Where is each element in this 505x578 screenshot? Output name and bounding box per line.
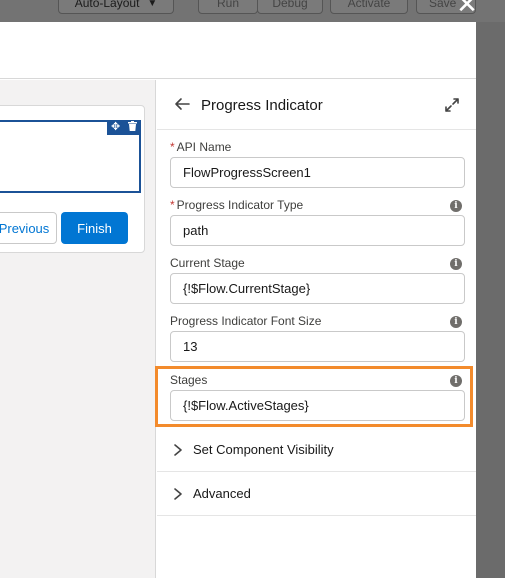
section-set-component-visibility[interactable]: Set Component Visibility [157, 428, 476, 472]
component-actions: ✥ [107, 120, 141, 135]
debug-label: Debug [272, 0, 308, 10]
current-stage-label: Current Stage [170, 256, 245, 270]
section-advanced[interactable]: Advanced [157, 472, 476, 516]
screen-footer: Previous Finish [0, 209, 146, 247]
activate-button[interactable]: Activate [330, 0, 408, 14]
info-icon[interactable]: i [450, 375, 462, 387]
api-name-label: * API Name [170, 140, 232, 154]
finish-button[interactable]: Finish [61, 212, 128, 244]
properties-panel: Progress Indicator * API Name FlowProgres… [155, 80, 476, 578]
auto-layout-label: Auto-Layout [74, 0, 140, 10]
font-size-input[interactable]: 13 [170, 331, 465, 362]
move-icon[interactable]: ✥ [111, 122, 120, 133]
close-icon[interactable]: ✕ [452, 0, 482, 18]
info-icon[interactable]: i [450, 258, 462, 270]
required-marker: * [170, 198, 175, 212]
font-size-label: Progress Indicator Font Size [170, 314, 322, 328]
chevron-right-icon [174, 488, 182, 500]
previous-button[interactable]: Previous [0, 212, 57, 244]
current-stage-input[interactable]: {!$Flow.CurrentStage} [170, 273, 465, 304]
section-label: Set Component Visibility [193, 442, 334, 457]
back-arrow-icon[interactable] [173, 95, 191, 113]
screen-editor-modal: ✥ Previous Finish Progress Indicator * A… [0, 22, 476, 578]
auto-layout-dropdown[interactable]: Auto-Layout ▼ [58, 0, 174, 14]
modal-header [0, 22, 476, 79]
expand-icon[interactable] [444, 97, 460, 113]
screen-canvas: ✥ Previous Finish [0, 80, 156, 578]
required-marker: * [170, 140, 175, 154]
finish-label: Finish [77, 220, 112, 236]
info-icon[interactable]: i [450, 316, 462, 328]
run-button[interactable]: Run [198, 0, 258, 14]
api-name-input[interactable]: FlowProgressScreen1 [170, 157, 465, 188]
info-icon[interactable]: i [450, 200, 462, 212]
section-label: Advanced [193, 486, 251, 501]
stages-label: Stages [170, 373, 208, 387]
panel-header: Progress Indicator [157, 80, 476, 130]
debug-button[interactable]: Debug [257, 0, 323, 14]
trash-icon[interactable] [128, 121, 138, 134]
chevron-down-icon: ▼ [147, 0, 158, 9]
progress-indicator-type-input[interactable]: path [170, 215, 465, 246]
stages-input[interactable]: {!$Flow.ActiveStages} [170, 390, 465, 421]
builder-toolbar: Auto-Layout ▼ Run Debug Activate Save ✕ [0, 0, 505, 22]
run-label: Run [216, 0, 239, 10]
screen-preview-card: ✥ Previous Finish [0, 105, 145, 253]
chevron-right-icon [174, 444, 182, 456]
activate-label: Activate [347, 0, 391, 10]
progress-indicator-component[interactable]: ✥ [0, 120, 141, 193]
panel-title: Progress Indicator [201, 97, 323, 114]
progress-indicator-type-label: * Progress Indicator Type [170, 198, 304, 212]
previous-label: Previous [0, 220, 50, 236]
